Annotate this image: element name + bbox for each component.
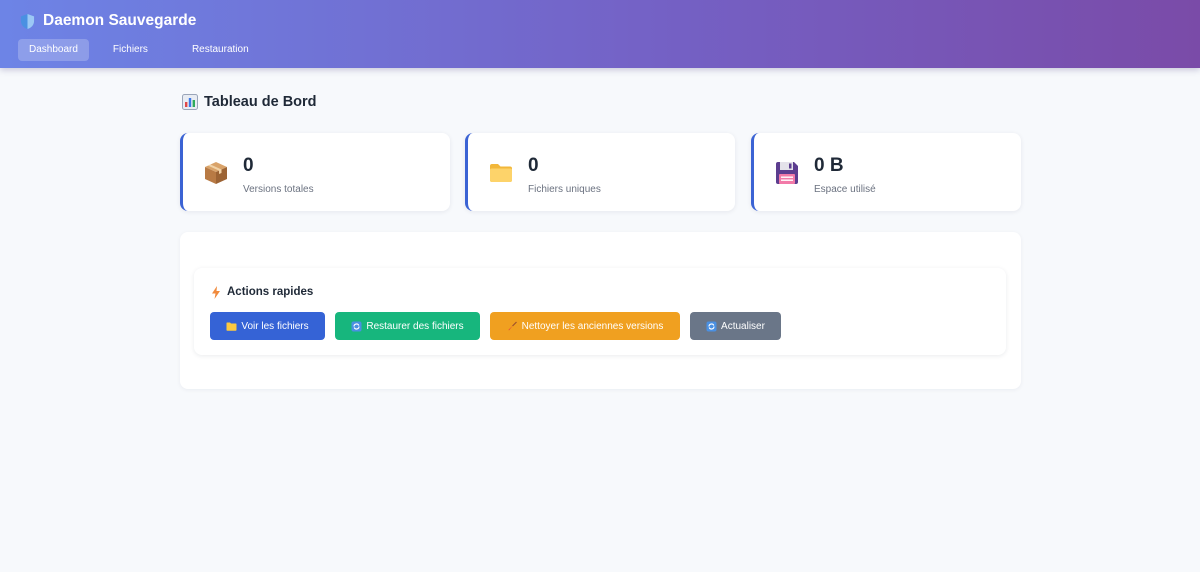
stat-card-space: 0 B Espace utilisé [751,133,1021,211]
stat-value: 0 [243,155,254,176]
quick-actions-card: Actions rapides Voir les fichiers Restau… [194,268,1006,355]
nav-item-fichiers[interactable]: Fichiers [97,39,168,61]
quick-actions-title-text: Actions rapides [227,286,314,298]
shield-icon [20,13,35,29]
folder-icon [490,164,512,182]
stat-label: Fichiers uniques [528,184,601,195]
clean-old-versions-button[interactable]: Nettoyer les anciennes versions [490,312,680,340]
lightning-icon [212,285,220,299]
restore-files-label: Restaurer des fichiers [366,320,464,332]
nav-item-restauration[interactable]: Restauration [176,39,269,61]
app-title: Daemon Sauvegarde [43,12,197,29]
refresh-button[interactable]: Actualiser [690,312,781,340]
clean-old-versions-label: Nettoyer les anciennes versions [521,320,664,332]
folder-icon [226,322,237,331]
main-nav: Dashboard Fichiers Restauration [18,39,269,61]
restore-files-button[interactable]: Restaurer des fichiers [335,312,480,340]
package-icon [205,162,227,184]
stat-value: 0 B [814,155,844,176]
app-brand: Daemon Sauvegarde [20,11,196,31]
stat-label: Espace utilisé [814,184,876,195]
refresh-icon [706,321,717,331]
stat-value: 0 [528,155,539,176]
nav-item-dashboard[interactable]: Dashboard [18,39,89,61]
bar-chart-icon [182,94,198,110]
top-header: Daemon Sauvegarde Dashboard Fichiers Res… [0,0,1200,68]
quick-actions-title: Actions rapides [211,284,313,300]
stat-card-versions: 0 Versions totales [180,133,450,211]
page-title: Tableau de Bord [182,92,317,112]
view-files-button[interactable]: Voir les fichiers [210,312,325,340]
broom-icon [508,321,517,330]
view-files-label: Voir les fichiers [241,320,309,332]
quick-actions-buttons: Voir les fichiers Restaurer des fichiers… [210,312,781,340]
floppy-disk-icon [776,162,798,184]
actions-panel: Actions rapides Voir les fichiers Restau… [180,232,1021,389]
stat-label: Versions totales [243,184,314,195]
refresh-label: Actualiser [721,320,765,332]
stat-card-files: 0 Fichiers uniques [465,133,735,211]
refresh-icon [351,321,362,331]
page-title-text: Tableau de Bord [204,94,317,110]
